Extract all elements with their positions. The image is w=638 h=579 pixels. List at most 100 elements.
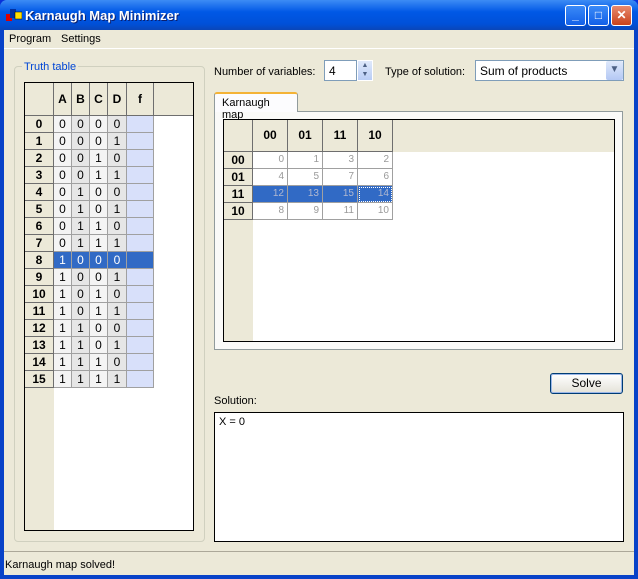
f-cell[interactable] xyxy=(127,133,154,150)
kmap-cell[interactable]: 3 xyxy=(323,152,358,169)
kmap-cell[interactable]: 8 xyxy=(253,203,288,220)
row-header[interactable]: 6 xyxy=(25,218,54,235)
truth-table-cell[interactable]: 0 xyxy=(108,252,127,269)
truth-table-cell[interactable]: 0 xyxy=(54,218,72,235)
row-header[interactable]: 0 xyxy=(25,116,54,133)
truth-table-cell[interactable]: 0 xyxy=(90,252,108,269)
truth-table-cell[interactable]: 0 xyxy=(54,235,72,252)
truth-table-cell[interactable]: 1 xyxy=(90,235,108,252)
truth-table-cell[interactable]: 0 xyxy=(72,133,90,150)
truth-table-cell[interactable]: 0 xyxy=(72,116,90,133)
kmap-cell[interactable]: 10 xyxy=(358,203,393,220)
chevron-down-icon[interactable]: ▼ xyxy=(606,61,623,80)
truth-table-cell[interactable]: 1 xyxy=(72,371,90,388)
truth-table-cell[interactable]: 1 xyxy=(108,269,127,286)
truth-table-cell[interactable]: 1 xyxy=(90,354,108,371)
truth-table-cell[interactable]: 0 xyxy=(90,116,108,133)
kmap-cell[interactable]: 9 xyxy=(288,203,323,220)
kmap-column-header[interactable]: 10 xyxy=(358,120,393,152)
num-variables-input[interactable]: 4 xyxy=(324,60,357,81)
truth-table-cell[interactable]: 1 xyxy=(54,303,72,320)
kmap-cell[interactable]: 0 xyxy=(253,152,288,169)
row-header[interactable]: 1 xyxy=(25,133,54,150)
row-header[interactable]: 8 xyxy=(25,252,54,269)
kmap-row-header[interactable]: 01 xyxy=(224,169,253,186)
truth-table-cell[interactable]: 0 xyxy=(108,354,127,371)
num-variables-spinner[interactable]: ▲ ▼ xyxy=(357,60,373,81)
truth-table-cell[interactable]: 1 xyxy=(72,354,90,371)
column-header-d[interactable]: D xyxy=(108,83,127,116)
close-button[interactable]: ✕ xyxy=(611,5,632,26)
truth-table-cell[interactable]: 0 xyxy=(54,167,72,184)
f-cell[interactable] xyxy=(127,201,154,218)
kmap-cell[interactable]: 1 xyxy=(288,152,323,169)
f-cell[interactable] xyxy=(127,150,154,167)
menu-program[interactable]: Program xyxy=(9,33,51,45)
row-header[interactable]: 13 xyxy=(25,337,54,354)
column-header-f[interactable]: f xyxy=(127,83,154,116)
tab-karnaugh-map[interactable]: Karnaugh map xyxy=(214,92,298,121)
truth-table-cell[interactable]: 1 xyxy=(54,320,72,337)
truth-table-cell[interactable]: 1 xyxy=(90,167,108,184)
truth-table-grid[interactable]: ABCDf00000100012001030011401005010160110… xyxy=(24,82,194,531)
column-header-a[interactable]: A xyxy=(54,83,72,116)
f-cell[interactable] xyxy=(127,371,154,388)
f-cell[interactable] xyxy=(127,286,154,303)
maximize-button[interactable]: □ xyxy=(588,5,609,26)
truth-table-cell[interactable]: 0 xyxy=(90,133,108,150)
kmap-column-header[interactable]: 01 xyxy=(288,120,323,152)
row-header[interactable]: 9 xyxy=(25,269,54,286)
truth-table-cell[interactable]: 1 xyxy=(90,303,108,320)
spin-down-icon[interactable]: ▼ xyxy=(358,70,372,79)
kmap-row-header[interactable]: 11 xyxy=(224,186,253,203)
truth-table-cell[interactable]: 1 xyxy=(108,133,127,150)
kmap-cell[interactable]: 14 xyxy=(358,186,393,203)
truth-table-cell[interactable]: 0 xyxy=(108,116,127,133)
truth-table-cell[interactable]: 1 xyxy=(72,201,90,218)
kmap-cell[interactable]: 6 xyxy=(358,169,393,186)
kmap-cell[interactable]: 7 xyxy=(323,169,358,186)
f-cell[interactable] xyxy=(127,252,154,269)
title-bar[interactable]: Karnaugh Map Minimizer _ □ ✕ xyxy=(0,0,638,30)
truth-table-cell[interactable]: 0 xyxy=(54,184,72,201)
f-cell[interactable] xyxy=(127,184,154,201)
row-header[interactable]: 4 xyxy=(25,184,54,201)
truth-table-cell[interactable]: 1 xyxy=(108,167,127,184)
truth-table-cell[interactable]: 0 xyxy=(54,150,72,167)
truth-table-cell[interactable]: 1 xyxy=(72,337,90,354)
truth-table-cell[interactable]: 0 xyxy=(72,252,90,269)
solution-type-select[interactable]: Sum of products xyxy=(475,60,624,81)
kmap-cell[interactable]: 12 xyxy=(253,186,288,203)
truth-table-cell[interactable]: 0 xyxy=(108,184,127,201)
truth-table-cell[interactable]: 0 xyxy=(72,150,90,167)
truth-table-cell[interactable]: 1 xyxy=(108,235,127,252)
truth-table-cell[interactable]: 0 xyxy=(108,150,127,167)
truth-table-cell[interactable]: 0 xyxy=(108,320,127,337)
kmap-cell[interactable]: 15 xyxy=(323,186,358,203)
f-cell[interactable] xyxy=(127,303,154,320)
f-cell[interactable] xyxy=(127,235,154,252)
truth-table-cell[interactable]: 0 xyxy=(108,218,127,235)
kmap-cell[interactable]: 13 xyxy=(288,186,323,203)
truth-table-cell[interactable]: 0 xyxy=(54,116,72,133)
truth-table-cell[interactable]: 1 xyxy=(72,235,90,252)
truth-table-cell[interactable]: 0 xyxy=(90,320,108,337)
kmap-column-header[interactable]: 11 xyxy=(323,120,358,152)
truth-table-cell[interactable]: 1 xyxy=(54,337,72,354)
truth-table-cell[interactable]: 1 xyxy=(108,371,127,388)
column-header-c[interactable]: C xyxy=(90,83,108,116)
truth-table-cell[interactable]: 1 xyxy=(54,371,72,388)
truth-table-cell[interactable]: 1 xyxy=(90,150,108,167)
solve-button[interactable]: Solve xyxy=(550,373,623,394)
row-header[interactable]: 10 xyxy=(25,286,54,303)
kmap-cell[interactable]: 4 xyxy=(253,169,288,186)
kmap-cell[interactable]: 5 xyxy=(288,169,323,186)
truth-table-cell[interactable]: 1 xyxy=(72,184,90,201)
f-cell[interactable] xyxy=(127,337,154,354)
truth-table-cell[interactable]: 0 xyxy=(54,201,72,218)
truth-table-cell[interactable]: 0 xyxy=(72,286,90,303)
f-cell[interactable] xyxy=(127,218,154,235)
truth-table-cell[interactable]: 0 xyxy=(90,201,108,218)
spin-up-icon[interactable]: ▲ xyxy=(358,61,372,70)
row-header[interactable]: 3 xyxy=(25,167,54,184)
